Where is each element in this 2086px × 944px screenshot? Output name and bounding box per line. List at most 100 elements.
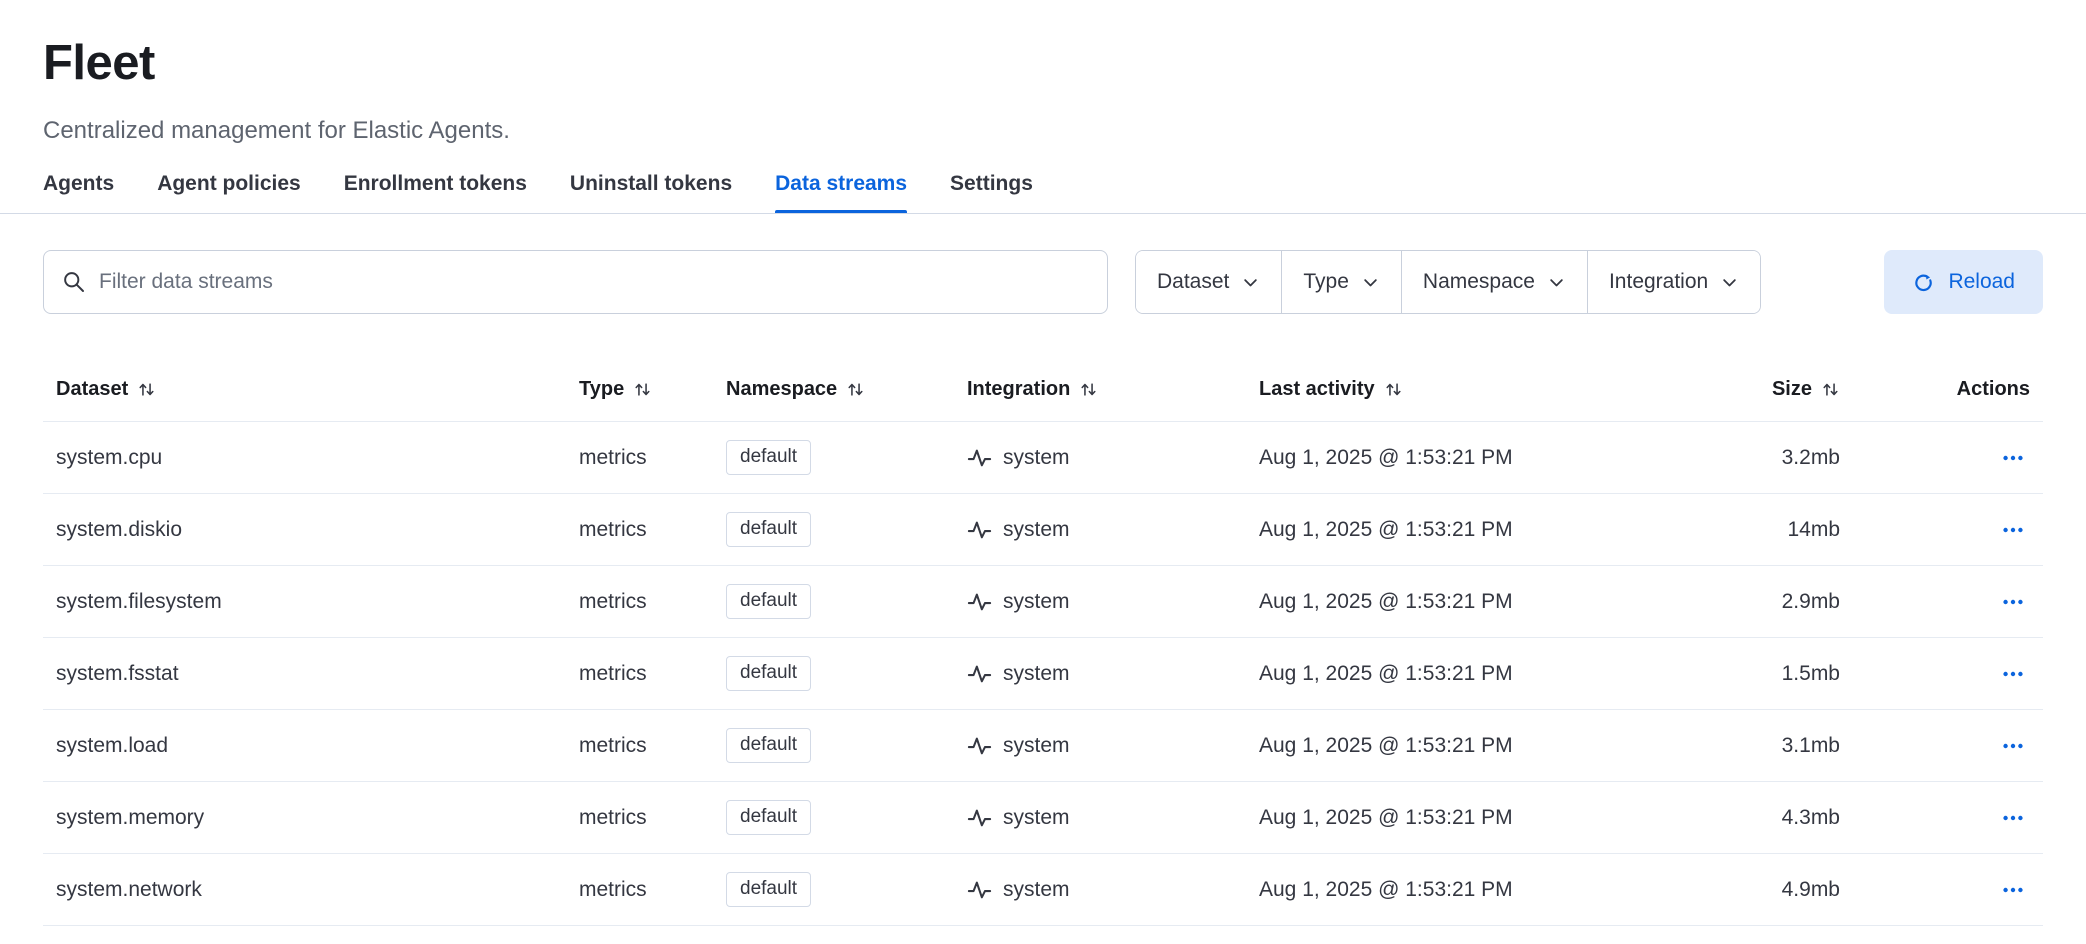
ellipsis-icon: [2002, 447, 2024, 469]
tab-uninstall-tokens[interactable]: Uninstall tokens: [570, 171, 732, 213]
namespace-badge: default: [726, 728, 811, 763]
dataset-cell: system.memory: [43, 806, 566, 830]
integration-name: system: [1003, 662, 1070, 686]
last-activity-cell-text: Aug 1, 2025 @ 1:53:21 PM: [1259, 590, 1513, 614]
sort-arrows-icon: [137, 380, 156, 399]
last-activity-cell: Aug 1, 2025 @ 1:53:21 PM: [1246, 806, 1676, 830]
row-actions-button[interactable]: [1996, 873, 2030, 907]
table-row: system.fsstatmetricsdefaultsystemAug 1, …: [43, 638, 2043, 710]
table-row: system.networkmetricsdefaultsystemAug 1,…: [43, 854, 2043, 926]
chevron-down-icon: [1547, 273, 1566, 292]
column-header-size[interactable]: Size: [1676, 378, 1853, 401]
size-cell: 4.3mb: [1676, 806, 1853, 830]
tab-agent-policies[interactable]: Agent policies: [157, 171, 301, 213]
row-actions-button[interactable]: [1996, 585, 2030, 619]
actions-cell: [1853, 585, 2043, 619]
column-header-integration[interactable]: Integration: [954, 378, 1246, 401]
column-label: Size: [1772, 378, 1812, 401]
namespace-cell: default: [713, 728, 954, 763]
dataset-cell-text: system.diskio: [56, 518, 182, 542]
search-input[interactable]: [99, 270, 1089, 294]
filter-dataset[interactable]: Dataset: [1136, 251, 1282, 313]
last-activity-cell-text: Aug 1, 2025 @ 1:53:21 PM: [1259, 806, 1513, 830]
column-header-last-activity[interactable]: Last activity: [1246, 378, 1676, 401]
namespace-cell: default: [713, 800, 954, 835]
pulse-icon: [967, 877, 992, 902]
size-cell: 2.9mb: [1676, 590, 1853, 614]
integration-cell: system: [954, 733, 1246, 758]
namespace-badge: default: [726, 584, 811, 619]
size-cell-text: 3.1mb: [1782, 734, 1840, 758]
dataset-cell-text: system.network: [56, 878, 202, 902]
table-header: Dataset Type NamespaceIntegrationLast acti…: [43, 358, 2043, 422]
row-actions-button[interactable]: [1996, 729, 2030, 763]
namespace-cell: default: [713, 872, 954, 907]
last-activity-cell-text: Aug 1, 2025 @ 1:53:21 PM: [1259, 662, 1513, 686]
tab-enrollment-tokens[interactable]: Enrollment tokens: [344, 171, 527, 213]
filter-group: DatasetTypeNamespaceIntegration: [1135, 250, 1761, 314]
pulse-icon: [967, 733, 992, 758]
row-actions-button[interactable]: [1996, 657, 2030, 691]
dataset-cell: system.filesystem: [43, 590, 566, 614]
pulse-icon: [967, 589, 992, 614]
chevron-down-icon: [1361, 273, 1380, 292]
data-streams-table: Dataset Type NamespaceIntegrationLast acti…: [43, 358, 2043, 926]
size-cell: 3.1mb: [1676, 734, 1853, 758]
type-cell-text: metrics: [579, 734, 647, 758]
integration-name: system: [1003, 734, 1070, 758]
last-activity-cell: Aug 1, 2025 @ 1:53:21 PM: [1246, 662, 1676, 686]
size-cell-text: 4.9mb: [1782, 878, 1840, 902]
last-activity-cell: Aug 1, 2025 @ 1:53:21 PM: [1246, 518, 1676, 542]
last-activity-cell-text: Aug 1, 2025 @ 1:53:21 PM: [1259, 446, 1513, 470]
type-cell-text: metrics: [579, 446, 647, 470]
size-cell: 3.2mb: [1676, 446, 1853, 470]
ellipsis-icon: [2002, 519, 2024, 541]
tab-data-streams[interactable]: Data streams: [775, 171, 907, 213]
actions-cell: [1853, 729, 2043, 763]
sort-arrows-icon: [1384, 380, 1403, 399]
type-cell-text: metrics: [579, 806, 647, 830]
type-cell: metrics: [566, 590, 713, 614]
table-body: system.cpumetricsdefaultsystemAug 1, 202…: [43, 422, 2043, 926]
tab-bar: Agents Agent policies Enrollment tokens Uni…: [43, 171, 2043, 213]
column-header-namespace[interactable]: Namespace: [713, 378, 954, 401]
filter-integration[interactable]: Integration: [1588, 251, 1760, 313]
filter-namespace[interactable]: Namespace: [1402, 251, 1588, 313]
namespace-cell: default: [713, 656, 954, 691]
reload-label: Reload: [1948, 270, 2015, 294]
actions-cell: [1853, 801, 2043, 835]
sort-arrows-icon: [846, 380, 865, 399]
column-label: Dataset: [56, 378, 128, 401]
dataset-cell: system.diskio: [43, 518, 566, 542]
size-cell-text: 3.2mb: [1782, 446, 1840, 470]
column-label: Type: [579, 378, 624, 401]
column-header-dataset[interactable]: Dataset: [43, 378, 566, 401]
ellipsis-icon: [2002, 879, 2024, 901]
integration-cell: system: [954, 517, 1246, 542]
row-actions-button[interactable]: [1996, 441, 2030, 475]
search-icon: [62, 270, 86, 294]
column-header-type[interactable]: Type: [566, 378, 713, 401]
namespace-badge: default: [726, 656, 811, 691]
page-header: Fleet Centralized management for Elastic…: [43, 0, 2043, 145]
namespace-cell: default: [713, 440, 954, 475]
integration-name: system: [1003, 590, 1070, 614]
column-header-actions: Actions: [1853, 378, 2043, 401]
size-cell-text: 1.5mb: [1782, 662, 1840, 686]
reload-button[interactable]: Reload: [1884, 250, 2043, 314]
tab-agents[interactable]: Agents: [43, 171, 114, 213]
sort-arrows-icon: [633, 380, 652, 399]
row-actions-button[interactable]: [1996, 513, 2030, 547]
tab-settings[interactable]: Settings: [950, 171, 1033, 213]
size-cell-text: 4.3mb: [1782, 806, 1840, 830]
refresh-icon: [1912, 271, 1935, 294]
page-subtitle: Centralized management for Elastic Agent…: [43, 117, 2043, 145]
row-actions-button[interactable]: [1996, 801, 2030, 835]
last-activity-cell: Aug 1, 2025 @ 1:53:21 PM: [1246, 446, 1676, 470]
last-activity-cell-text: Aug 1, 2025 @ 1:53:21 PM: [1259, 878, 1513, 902]
filter-type[interactable]: Type: [1282, 251, 1402, 313]
last-activity-cell: Aug 1, 2025 @ 1:53:21 PM: [1246, 590, 1676, 614]
integration-name: system: [1003, 806, 1070, 830]
type-cell: metrics: [566, 806, 713, 830]
last-activity-cell: Aug 1, 2025 @ 1:53:21 PM: [1246, 734, 1676, 758]
